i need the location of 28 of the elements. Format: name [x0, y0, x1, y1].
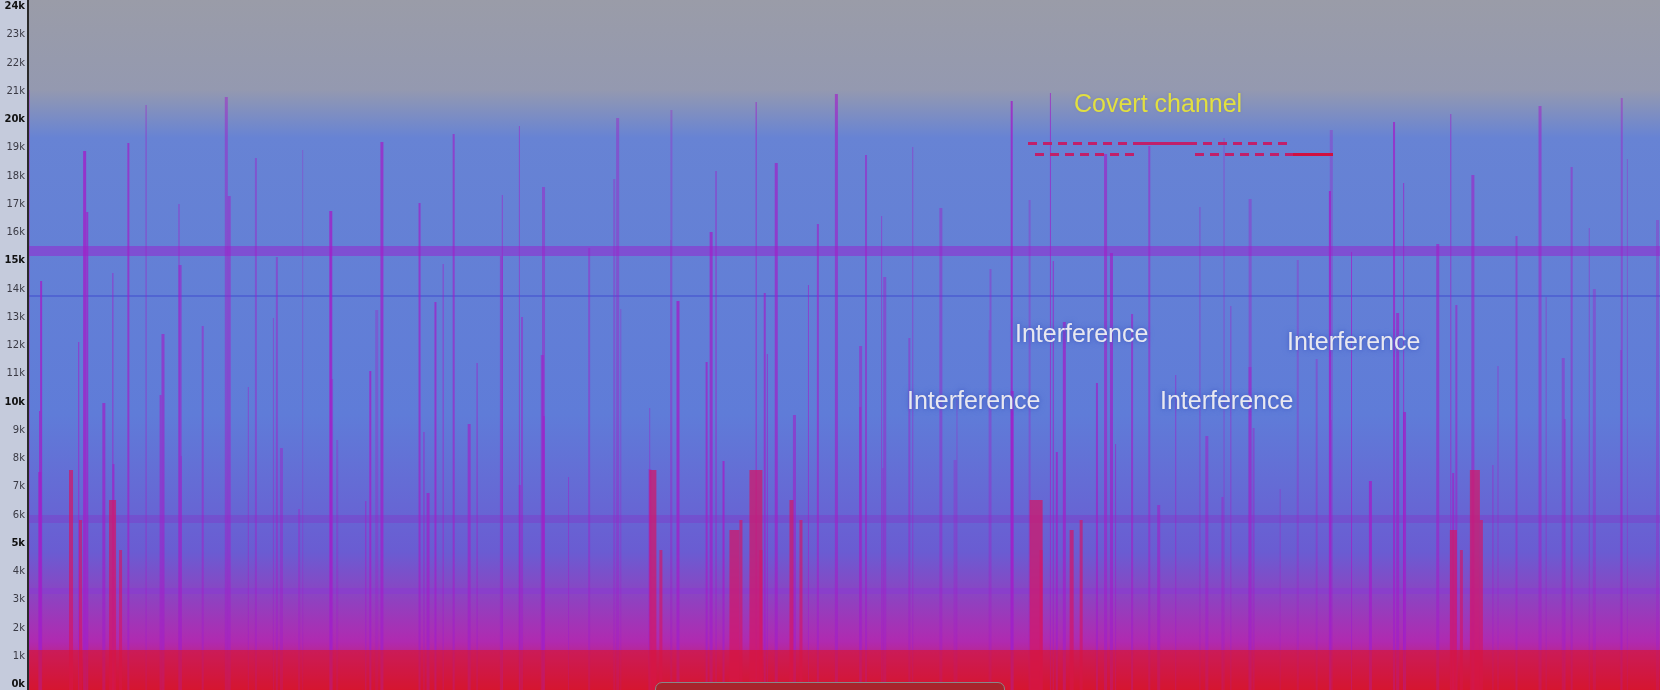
axis-label: 5k	[11, 536, 25, 549]
axis-label: 1k	[12, 649, 25, 662]
axis-label: 20k	[4, 113, 25, 125]
annotation-label: Covert channel	[1074, 88, 1243, 118]
axis-label: 16k	[6, 226, 25, 238]
axis-label: 3k	[12, 593, 25, 606]
axis-label: 21k	[6, 84, 25, 97]
axis-label: 23k	[6, 28, 25, 41]
axis-label: 13k	[6, 310, 25, 323]
axis-label: 7k	[12, 480, 25, 493]
axis-label: 14k	[6, 282, 25, 295]
axis-label: 22k	[6, 56, 25, 69]
axis-label: 11k	[6, 367, 25, 380]
axis-label: 0k	[11, 678, 25, 690]
axis-label: 9k	[12, 423, 25, 436]
axis-label: 12k	[6, 339, 25, 351]
axis-label: 2k	[12, 621, 25, 634]
axis-label: 19k	[6, 141, 25, 154]
annotation-label: Interference	[1160, 385, 1294, 415]
axis-label: 15k	[4, 254, 25, 267]
axis-label: 10k	[4, 395, 25, 408]
axis-label: 17k	[6, 197, 25, 210]
axis-label: 6k	[12, 508, 25, 521]
axis-label: 18k	[6, 169, 25, 182]
annotation-label: Interference	[1015, 318, 1149, 348]
axis-label: 4k	[12, 565, 25, 577]
axis-label: 8k	[12, 452, 25, 464]
axis-label: 24k	[4, 0, 25, 12]
